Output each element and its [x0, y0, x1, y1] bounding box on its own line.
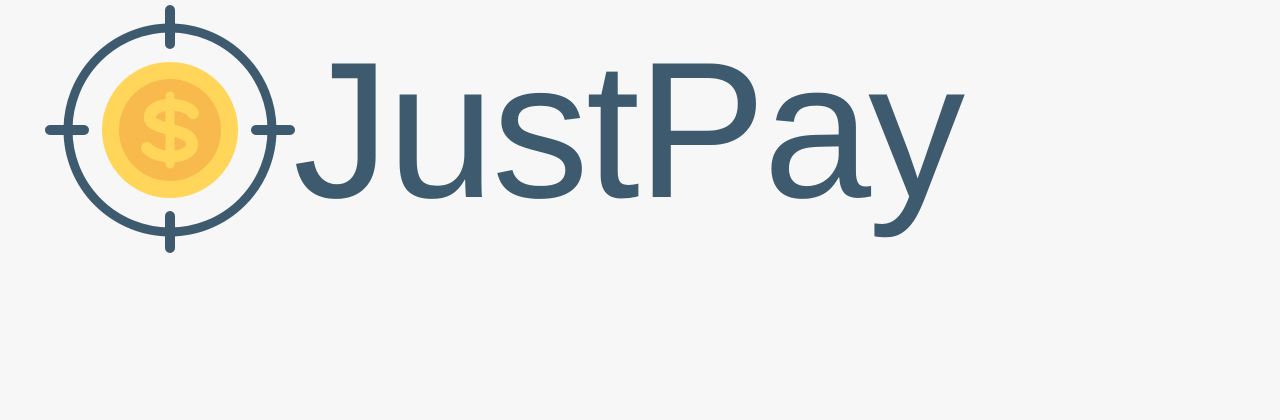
- brand-wordmark: JustPay: [293, 22, 965, 239]
- logo-canvas: JustPay: [0, 0, 1280, 420]
- dollar-sign-icon: [141, 91, 199, 169]
- target-coin-icon: [40, 0, 300, 260]
- target-coin-svg: [45, 5, 295, 253]
- coin-icon: [102, 62, 238, 198]
